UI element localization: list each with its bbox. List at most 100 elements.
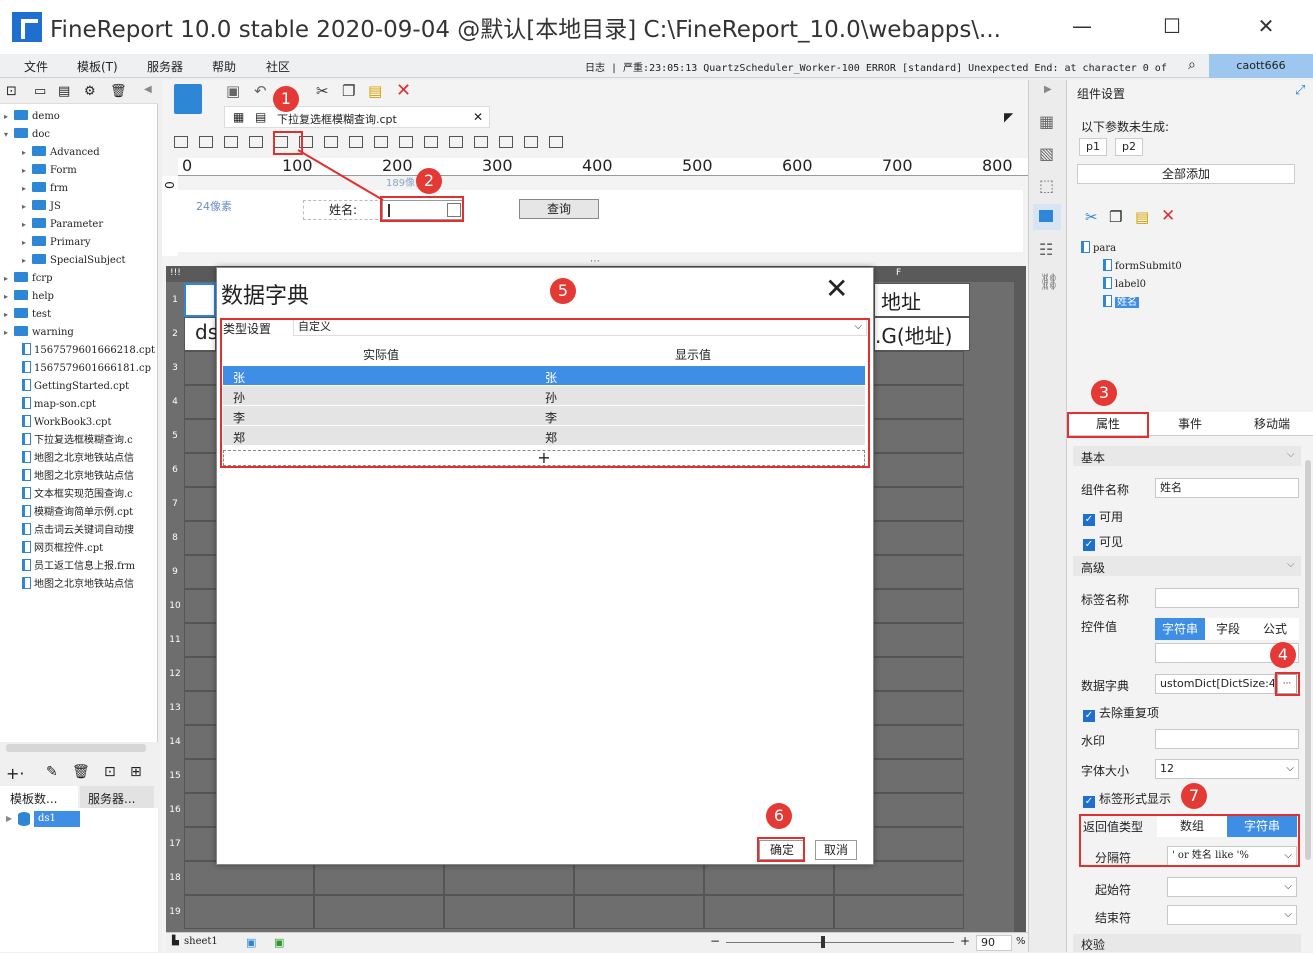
watermark-input[interactable] xyxy=(1155,729,1299,749)
tab-events[interactable]: 事件 xyxy=(1149,412,1231,436)
preview-icon[interactable]: ⊡ xyxy=(104,764,116,780)
menu-help[interactable]: 帮助 xyxy=(212,58,236,75)
search-icon[interactable]: ⌕ xyxy=(1188,57,1196,73)
delete-widget-icon[interactable]: ✕ xyxy=(1161,206,1175,226)
tab-template-dataset[interactable]: 模板数... xyxy=(0,786,78,808)
tree-item[interactable]: 地图之北京地铁站点信 xyxy=(4,468,134,486)
tree-item[interactable]: 下拉复选框模糊查询.c xyxy=(4,432,133,450)
textarea-icon[interactable] xyxy=(349,136,363,148)
cell-attr-icon[interactable]: ▦ xyxy=(1039,112,1054,131)
tag-name-input[interactable] xyxy=(1155,588,1299,608)
expand-arrow-icon[interactable]: ▸ xyxy=(22,144,32,162)
widget-name[interactable]: 姓名 xyxy=(1103,294,1139,312)
expand-arrow-icon[interactable]: ▸ xyxy=(22,162,32,180)
widget-para[interactable]: para xyxy=(1081,240,1116,258)
expand-arrow-icon[interactable]: ▶ xyxy=(6,814,12,823)
row-number[interactable]: 18 xyxy=(166,873,184,883)
tree-item[interactable]: map-son.cpt xyxy=(4,396,96,414)
selected-cell[interactable] xyxy=(184,283,216,317)
zoom-input[interactable]: 90 xyxy=(976,935,1012,951)
grid-cell[interactable] xyxy=(184,861,314,895)
tree-combo-icon[interactable] xyxy=(474,136,488,148)
minimize-button[interactable]: — xyxy=(1062,8,1102,44)
menu-file[interactable]: 文件 xyxy=(24,58,48,75)
expand-icon[interactable]: ▶ xyxy=(1044,84,1052,95)
row-number[interactable]: 5 xyxy=(166,431,184,441)
save-icon[interactable]: ▣ xyxy=(226,82,240,100)
collapse-icon[interactable]: ◀ xyxy=(144,84,152,95)
close-button[interactable]: ✕ xyxy=(1246,8,1286,44)
maximize-button[interactable]: ☐ xyxy=(1152,8,1192,44)
zoom-out-icon[interactable]: − xyxy=(710,934,720,948)
tree-item[interactable]: ▸ Advanced xyxy=(22,144,100,162)
tree-item[interactable]: 员工返工信息上报.frm xyxy=(4,558,135,576)
tree-scrollbar[interactable] xyxy=(6,744,146,752)
grid-cell[interactable] xyxy=(834,861,964,895)
param-p1[interactable]: p1 xyxy=(1079,138,1107,156)
tree-item[interactable]: ▸ SpecialSubject xyxy=(22,252,125,270)
float-element-icon[interactable]: ▧ xyxy=(1039,144,1054,163)
row-number[interactable]: 8 xyxy=(166,533,184,543)
add-all-button[interactable]: 全部添加 xyxy=(1077,164,1295,184)
section-validate[interactable]: 校验 xyxy=(1073,934,1301,952)
zoom-in-icon[interactable]: + xyxy=(960,934,970,948)
tree-item[interactable]: 1567579601666218.cpt xyxy=(4,342,155,360)
row-number[interactable]: 7 xyxy=(166,499,184,509)
expand-arrow-icon[interactable]: ▸ xyxy=(22,252,32,270)
add-poly-sheet-icon[interactable]: ▣ xyxy=(274,936,284,949)
zoom-slider-track[interactable] xyxy=(726,942,954,943)
tree-item[interactable]: 模糊查询简单示例.cpt xyxy=(4,504,133,522)
pane-scrollbar[interactable] xyxy=(1305,460,1311,860)
frame-icon[interactable] xyxy=(174,136,188,148)
dedupe-checkbox[interactable]: ✓ 去除重复项 xyxy=(1083,704,1159,722)
expand-arrow-icon[interactable]: ▾ xyxy=(4,126,14,144)
end-input[interactable]: ⌵ xyxy=(1167,905,1297,925)
grid-cell[interactable] xyxy=(574,895,704,929)
grid-vscroll[interactable] xyxy=(1014,268,1026,932)
grid-cell[interactable] xyxy=(704,861,834,895)
tree-item[interactable]: ▸ fcrp xyxy=(4,270,52,288)
tree-item[interactable]: ▸ frm xyxy=(22,180,68,198)
row-number[interactable]: 12 xyxy=(166,669,184,679)
tree-item[interactable]: ▸ help xyxy=(4,288,54,306)
edit-icon[interactable]: ✎ xyxy=(46,764,58,780)
grid-cell[interactable] xyxy=(314,861,444,895)
row-number[interactable]: 3 xyxy=(166,363,184,373)
delete-icon[interactable]: ✕ xyxy=(396,80,411,101)
name-label[interactable]: 姓名: xyxy=(303,200,383,220)
tree-item[interactable]: 地图之北京地铁站点信 xyxy=(4,576,134,594)
tree-item[interactable]: ▸ warning xyxy=(4,324,74,342)
hyperlink-icon[interactable]: ⛓ xyxy=(1039,272,1059,291)
number-icon[interactable] xyxy=(324,136,338,148)
row-number[interactable]: 15 xyxy=(166,771,184,781)
visible-checkbox[interactable]: ✓ 可见 xyxy=(1083,533,1123,551)
textbox-icon[interactable] xyxy=(224,136,238,148)
row-number[interactable]: 19 xyxy=(166,907,184,917)
dataset-settings-icon[interactable]: ⊞ xyxy=(130,764,142,780)
tree-item[interactable]: ▸ JS xyxy=(22,198,61,216)
delete-dataset-icon[interactable]: 🗑 xyxy=(72,764,90,780)
combo-icon[interactable] xyxy=(249,136,263,148)
widget-formsubmit[interactable]: formSubmit0 xyxy=(1103,258,1182,276)
table-tree-icon[interactable] xyxy=(499,136,513,148)
new-folder-icon[interactable]: ⊡ xyxy=(6,84,17,99)
add-icon[interactable]: +· xyxy=(6,764,25,783)
expand-arrow-icon[interactable]: ▸ xyxy=(22,234,32,252)
para-panel-icon[interactable] xyxy=(174,84,202,114)
tree-item[interactable]: 网页框控件.cpt xyxy=(4,540,103,558)
enabled-checkbox[interactable]: ✓ 可用 xyxy=(1083,508,1123,526)
expand-arrow-icon[interactable]: ▸ xyxy=(22,198,32,216)
cell-ds[interactable]: ds xyxy=(184,317,218,351)
dict-value[interactable]: ustomDict[DictSize:4] xyxy=(1155,674,1275,694)
row-number[interactable]: 9 xyxy=(166,567,184,577)
menu-server[interactable]: 服务器 xyxy=(147,58,183,75)
tree-item[interactable]: 1567579601666181.cp xyxy=(4,360,151,378)
row-number[interactable]: 4 xyxy=(166,397,184,407)
grid-cell[interactable] xyxy=(574,861,704,895)
zoom-slider-thumb[interactable] xyxy=(821,936,825,948)
row-number[interactable]: 11 xyxy=(166,635,184,645)
more-icon[interactable] xyxy=(549,136,563,148)
row-number[interactable]: 1 xyxy=(166,295,184,305)
tab-menu-icon[interactable]: ◤ xyxy=(1004,110,1013,124)
button-icon[interactable] xyxy=(449,136,463,148)
